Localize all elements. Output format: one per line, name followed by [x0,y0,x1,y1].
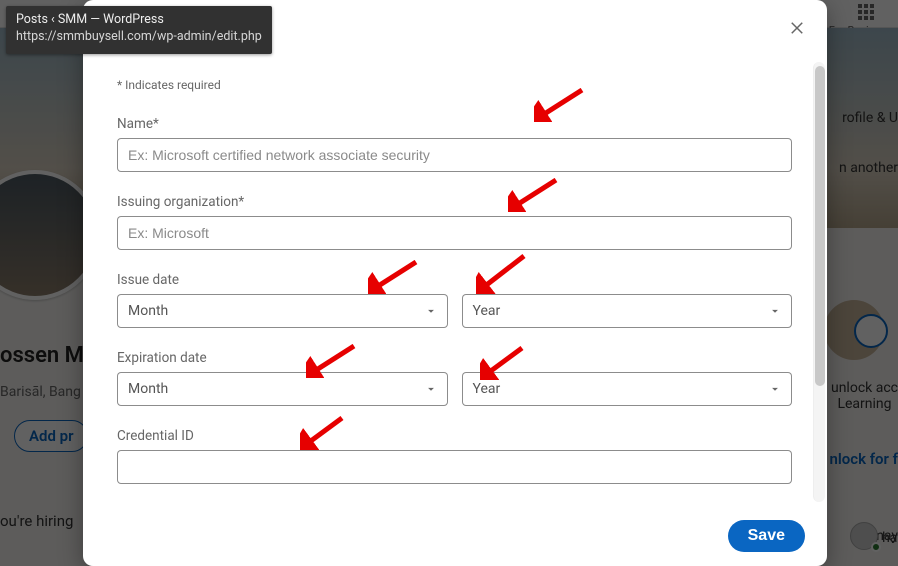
issuing-org-label: Issuing organization* [117,194,792,210]
credential-id-input[interactable] [117,450,792,484]
tooltip-url: https://smmbuysell.com/wp-admin/edit.php [16,29,262,46]
issuing-org-field: Issuing organization* [117,194,792,250]
issue-date-field: Issue date Month Year [117,272,792,328]
credential-id-field: Credential ID [117,428,792,484]
issue-date-label: Issue date [117,272,792,288]
expiration-month-value: Month [128,381,168,397]
add-certification-modal: fication * Indicates required Name* Issu… [83,0,827,566]
tooltip-title: Posts ‹ SMM — WordPress [16,12,262,29]
issue-month-select[interactable]: Month [117,294,448,328]
modal-body-wrap: * Indicates required Name* Issuing organ… [83,58,827,506]
expiration-date-label: Expiration date [117,350,792,366]
name-input[interactable] [117,138,792,172]
name-field: Name* [117,116,792,172]
issue-month-value: Month [128,303,168,319]
modal-body: * Indicates required Name* Issuing organ… [83,58,812,506]
scrollbar-track[interactable] [813,62,825,502]
issue-year-value: Year [473,303,501,319]
expiration-date-field: Expiration date Month Year [117,350,792,406]
expiration-year-value: Year [473,381,501,397]
name-label: Name* [117,116,792,132]
expiration-month-select[interactable]: Month [117,372,448,406]
credential-id-label: Credential ID [117,428,792,444]
close-icon [788,19,806,41]
expiration-year-select[interactable]: Year [462,372,793,406]
link-preview-tooltip: Posts ‹ SMM — WordPress https://smmbuyse… [6,6,272,54]
save-button[interactable]: Save [728,520,805,552]
close-button[interactable] [781,14,813,46]
modal-footer: Save [83,506,827,566]
issuing-org-input[interactable] [117,216,792,250]
scrollbar-thumb[interactable] [815,66,825,386]
required-indicator-note: * Indicates required [117,78,792,92]
issue-year-select[interactable]: Year [462,294,793,328]
